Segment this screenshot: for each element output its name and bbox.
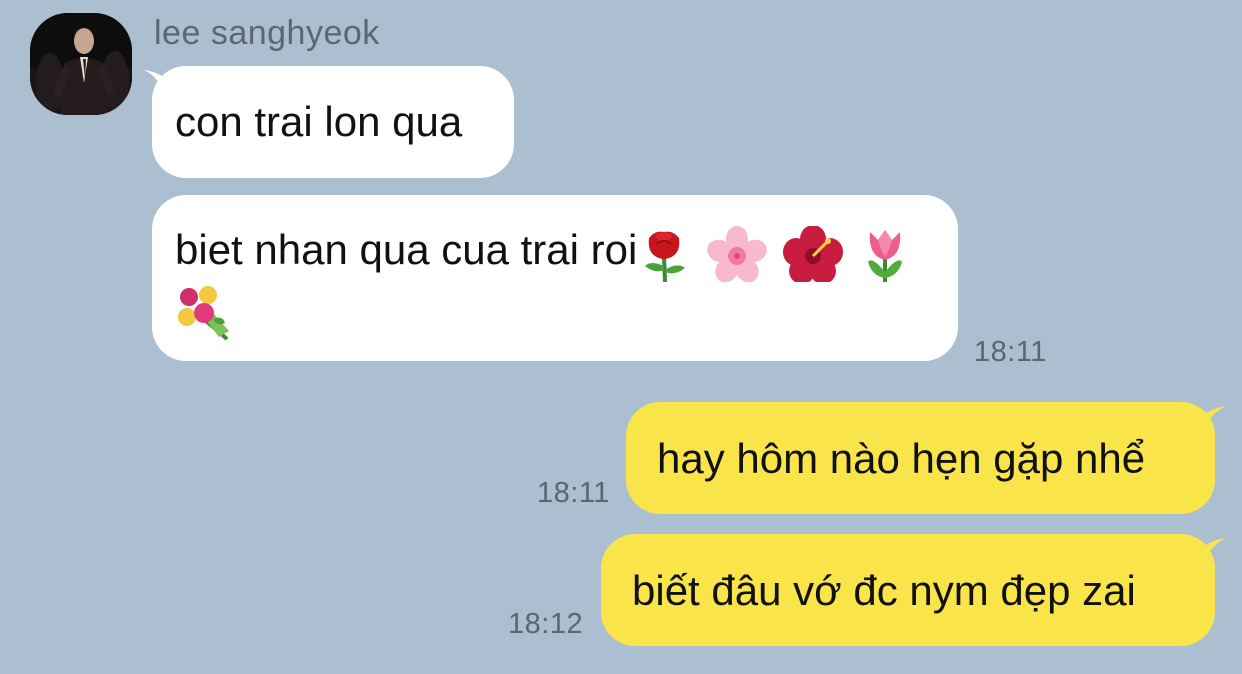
- sender-avatar[interactable]: [30, 13, 132, 115]
- message-timestamp: 18:11: [974, 336, 1047, 368]
- outgoing-message-bubble[interactable]: hay hôm nào hẹn gặp nhể: [626, 402, 1215, 514]
- message-timestamp: 18:11: [537, 477, 610, 509]
- sender-name: lee sanghyeok: [154, 14, 380, 52]
- message-text: biet nhan qua cua trai roi: [175, 226, 638, 273]
- message-text: biết đâu vớ đc nym đẹp zai: [632, 567, 1136, 614]
- outgoing-bubble-tail: [1186, 538, 1226, 564]
- incoming-message-bubble[interactable]: biet nhan qua cua trai roi: [152, 195, 958, 361]
- rose-emoji-icon: [645, 231, 686, 282]
- outgoing-bubble-tail: [1186, 406, 1226, 432]
- profile-photo-icon: [30, 13, 132, 115]
- bouquet-emoji-icon: [178, 285, 229, 341]
- message-text: con trai lon qua: [175, 98, 463, 145]
- tulip-emoji-icon: [868, 229, 903, 282]
- outgoing-message-bubble[interactable]: biết đâu vớ đc nym đẹp zai: [601, 534, 1215, 646]
- message-text: hay hôm nào hẹn gặp nhể: [657, 435, 1146, 482]
- incoming-message-bubble[interactable]: con trai lon qua: [152, 66, 514, 178]
- hibiscus-emoji-icon: [782, 224, 843, 284]
- cherry-blossom-emoji-icon: [707, 225, 767, 283]
- message-timestamp: 18:12: [508, 608, 584, 640]
